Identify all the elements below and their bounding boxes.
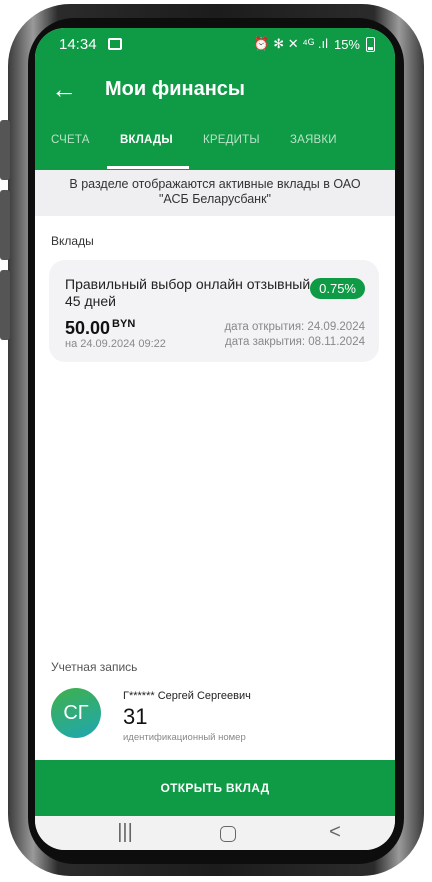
battery-icon [366, 36, 375, 52]
volume-down-button [0, 190, 10, 260]
open-date: дата открытия: 24.09.2024 [224, 321, 365, 333]
avatar: СГ [51, 688, 101, 738]
deposit-dates: дата открытия: 24.09.2024 дата закрытия:… [224, 320, 365, 350]
deposit-amount-row: 50.00 BYN [65, 318, 135, 339]
account-section-label: Учетная запись [51, 660, 138, 674]
deposit-currency: BYN [112, 318, 136, 330]
tab-credits[interactable]: КРЕДИТЫ [203, 134, 260, 146]
open-deposit-button[interactable]: ОТКРЫТЬ ВКЛАД [35, 760, 395, 816]
home-icon[interactable] [220, 826, 236, 842]
interest-rate-badge: 0.75% [310, 278, 365, 299]
gallery-icon [108, 38, 122, 50]
deposit-amount: 50.00 [65, 318, 111, 338]
deposits-section-label: Вклады [51, 234, 94, 248]
tab-bar: СЧЕТА ВКЛАДЫ КРЕДИТЫ ЗАЯВКИ [35, 128, 395, 170]
deposit-name: Правильный выбор онлайн отзывный 45 дней [65, 276, 311, 309]
user-name: Г****** Сергей Сергеевич [123, 690, 251, 702]
info-notice: В разделе отображаются активные вклады в… [35, 170, 395, 216]
tab-requests[interactable]: ЗАЯВКИ [290, 134, 337, 146]
nav-back-icon[interactable]: < [305, 816, 365, 850]
app-bar: ← Мои финансы [35, 68, 395, 118]
close-date: дата закрытия: 08.11.2024 [225, 336, 365, 348]
deposit-card[interactable]: Правильный выбор онлайн отзывный 45 дней… [49, 260, 379, 362]
user-id-number: 31 [123, 704, 148, 729]
status-time: 14:34 [59, 36, 97, 53]
page-title: Мои финансы [105, 78, 246, 100]
battery-percent: 15% [333, 36, 360, 52]
user-id-label: идентификационный номер [123, 732, 246, 743]
tab-deposits[interactable]: ВКЛАДЫ [120, 134, 173, 146]
balance-timestamp: на 24.09.2024 09:22 [65, 338, 166, 350]
system-nav-bar: ||| < [35, 816, 395, 850]
active-tab-indicator [107, 166, 189, 169]
status-bar: 14:34 ⏰ ✻ ✕ ⁴ᴳ .ıl 15% [35, 28, 395, 64]
green-header: 14:34 ⏰ ✻ ✕ ⁴ᴳ .ıl 15% ← Мои финансы СЧЕ… [35, 28, 395, 170]
status-indicators: ⏰ ✻ ✕ ⁴ᴳ .ıl [253, 36, 328, 51]
recents-icon[interactable]: ||| [95, 816, 155, 850]
status-icons: ⏰ ✻ ✕ ⁴ᴳ .ıl 15% [253, 36, 375, 52]
app-screen: 14:34 ⏰ ✻ ✕ ⁴ᴳ .ıl 15% ← Мои финансы СЧЕ… [35, 28, 395, 850]
main-content: Вклады Правильный выбор онлайн отзывный … [35, 216, 395, 760]
volume-up-button [0, 120, 10, 180]
power-button [0, 270, 10, 340]
tab-accounts[interactable]: СЧЕТА [51, 134, 90, 146]
back-arrow-icon[interactable]: ← [51, 74, 77, 104]
